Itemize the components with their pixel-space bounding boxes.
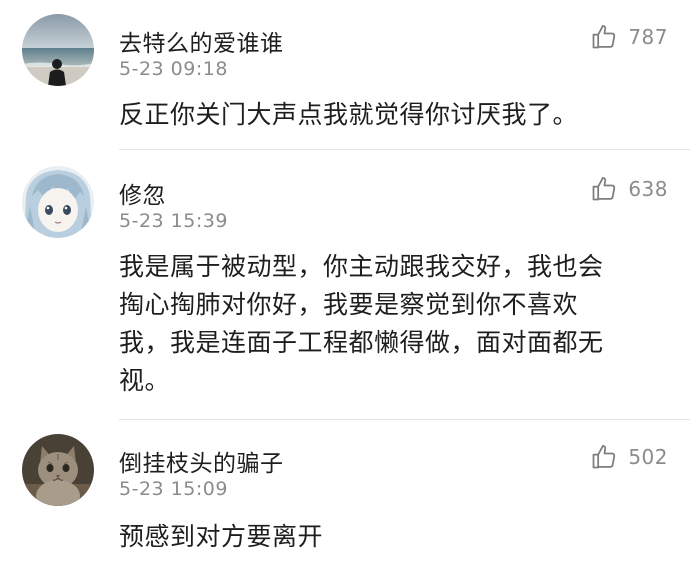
avatar[interactable] [22,434,94,506]
like-count: 787 [628,25,668,49]
comment-text: 反正你关门大声点我就觉得你讨厌我了。 [119,100,579,129]
comment-item: 倒挂枝头的骗子 5-23 15:09 502 预感到对方要离开 [0,420,690,562]
username[interactable]: 倒挂枝头的骗子 [119,444,284,478]
timestamp: 5-23 15:09 [119,478,228,500]
username[interactable]: 修忽 [119,176,166,210]
like-button[interactable]: 502 [590,442,668,472]
anime-girl-avatar [22,166,94,238]
thumbs-up-icon[interactable] [590,443,618,471]
avatar[interactable] [22,166,94,238]
username[interactable]: 去特么的爱谁谁 [119,24,284,58]
like-button[interactable]: 787 [590,22,668,52]
timestamp: 5-23 15:39 [119,210,228,232]
comment-item: 去特么的爱谁谁 5-23 09:18 787 反正你关门大声点我就觉得你讨厌我了… [0,0,690,150]
beach-silhouette-avatar [22,14,94,86]
like-count: 638 [628,177,668,201]
avatar[interactable] [22,14,94,86]
comment-list: 去特么的爱谁谁 5-23 09:18 787 反正你关门大声点我就觉得你讨厌我了… [0,0,690,562]
comment-text: 我是属于被动型，你主动跟我交好，我也会 掏心掏肺对你好，我要是察觉到你不喜欢 我… [119,252,604,395]
timestamp: 5-23 09:18 [119,58,228,80]
like-count: 502 [628,445,668,469]
comment-item: 修忽 5-23 15:39 638 我是属于被动型，你主动跟我交好，我也会 掏心… [0,150,690,420]
like-button[interactable]: 638 [590,174,668,204]
thumbs-up-icon[interactable] [590,175,618,203]
comment-text: 预感到对方要离开 [119,522,324,551]
cat-avatar [22,434,94,506]
thumbs-up-icon[interactable] [590,23,618,51]
